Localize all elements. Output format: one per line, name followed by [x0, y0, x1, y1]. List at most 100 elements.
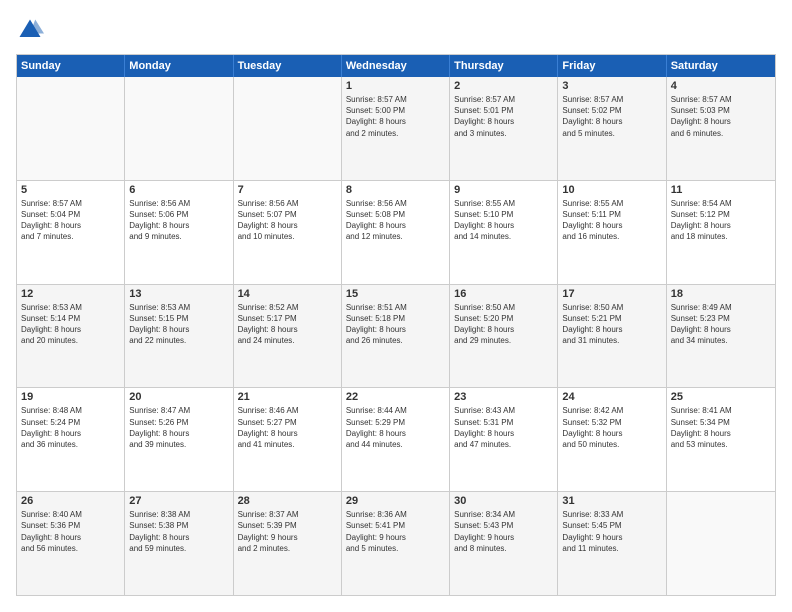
- day-cell-8: 8 Sunrise: 8:56 AM Sunset: 5:08 PM Daylig…: [342, 181, 450, 284]
- day-cell-26: 26Sunrise: 8:40 AM Sunset: 5:36 PM Dayli…: [17, 492, 125, 595]
- day-info: Sunrise: 8:41 AM Sunset: 5:34 PM Dayligh…: [671, 405, 771, 450]
- header-cell-thursday: Thursday: [450, 55, 558, 77]
- day-cell-3: 3 Sunrise: 8:57 AM Sunset: 5:02 PM Daylig…: [558, 77, 666, 180]
- day-number: 22: [346, 391, 445, 403]
- day-cell-29: 29Sunrise: 8:36 AM Sunset: 5:41 PM Dayli…: [342, 492, 450, 595]
- day-cell-17: 17Sunrise: 8:50 AM Sunset: 5:21 PM Dayli…: [558, 285, 666, 388]
- day-number: 18: [671, 288, 771, 300]
- day-number: 16: [454, 288, 553, 300]
- day-number: 28: [238, 495, 337, 507]
- empty-cell: [125, 77, 233, 180]
- day-number: 24: [562, 391, 661, 403]
- day-cell-21: 21 Sunrise: 8:46 AM Sunset: 5:27 PM Dayli…: [234, 388, 342, 491]
- header-cell-wednesday: Wednesday: [342, 55, 450, 77]
- day-cell-20: 20Sunrise: 8:47 AM Sunset: 5:26 PM Dayli…: [125, 388, 233, 491]
- day-info: Sunrise: 8:55 AM Sunset: 5:11 PM Dayligh…: [562, 198, 661, 243]
- page: SundayMondayTuesdayWednesdayThursdayFrid…: [0, 0, 792, 612]
- day-info: Sunrise: 8:56 AM Sunset: 5:08 PM Dayligh…: [346, 198, 445, 243]
- day-number: 31: [562, 495, 661, 507]
- empty-cell: [667, 492, 775, 595]
- calendar-row-0: 1Sunrise: 8:57 AM Sunset: 5:00 PM Daylig…: [17, 77, 775, 180]
- day-number: 19: [21, 391, 120, 403]
- logo-icon: [16, 16, 44, 44]
- header-cell-monday: Monday: [125, 55, 233, 77]
- day-number: 27: [129, 495, 228, 507]
- day-cell-6: 6Sunrise: 8:56 AM Sunset: 5:06 PM Daylig…: [125, 181, 233, 284]
- day-cell-23: 23 Sunrise: 8:43 AM Sunset: 5:31 PM Dayli…: [450, 388, 558, 491]
- day-cell-10: 10 Sunrise: 8:55 AM Sunset: 5:11 PM Dayli…: [558, 181, 666, 284]
- day-cell-18: 18Sunrise: 8:49 AM Sunset: 5:23 PM Dayli…: [667, 285, 775, 388]
- day-info: Sunrise: 8:46 AM Sunset: 5:27 PM Dayligh…: [238, 405, 337, 450]
- day-info: Sunrise: 8:53 AM Sunset: 5:15 PM Dayligh…: [129, 302, 228, 347]
- day-info: Sunrise: 8:53 AM Sunset: 5:14 PM Dayligh…: [21, 302, 120, 347]
- day-cell-15: 15Sunrise: 8:51 AM Sunset: 5:18 PM Dayli…: [342, 285, 450, 388]
- day-number: 10: [562, 184, 661, 196]
- day-cell-22: 22 Sunrise: 8:44 AM Sunset: 5:29 PM Dayli…: [342, 388, 450, 491]
- day-info: Sunrise: 8:55 AM Sunset: 5:10 PM Dayligh…: [454, 198, 553, 243]
- day-number: 30: [454, 495, 553, 507]
- empty-cell: [17, 77, 125, 180]
- day-cell-30: 30 Sunrise: 8:34 AM Sunset: 5:43 PM Dayli…: [450, 492, 558, 595]
- day-number: 23: [454, 391, 553, 403]
- day-cell-13: 13 Sunrise: 8:53 AM Sunset: 5:15 PM Dayli…: [125, 285, 233, 388]
- header-cell-tuesday: Tuesday: [234, 55, 342, 77]
- day-info: Sunrise: 8:42 AM Sunset: 5:32 PM Dayligh…: [562, 405, 661, 450]
- day-cell-4: 4 Sunrise: 8:57 AM Sunset: 5:03 PM Daylig…: [667, 77, 775, 180]
- day-info: Sunrise: 8:44 AM Sunset: 5:29 PM Dayligh…: [346, 405, 445, 450]
- header-cell-saturday: Saturday: [667, 55, 775, 77]
- day-number: 3: [562, 80, 661, 92]
- day-cell-19: 19Sunrise: 8:48 AM Sunset: 5:24 PM Dayli…: [17, 388, 125, 491]
- day-info: Sunrise: 8:54 AM Sunset: 5:12 PM Dayligh…: [671, 198, 771, 243]
- calendar-body: 1Sunrise: 8:57 AM Sunset: 5:00 PM Daylig…: [17, 77, 775, 595]
- day-info: Sunrise: 8:34 AM Sunset: 5:43 PM Dayligh…: [454, 509, 553, 554]
- day-cell-14: 14Sunrise: 8:52 AM Sunset: 5:17 PM Dayli…: [234, 285, 342, 388]
- day-cell-31: 31 Sunrise: 8:33 AM Sunset: 5:45 PM Dayli…: [558, 492, 666, 595]
- day-info: Sunrise: 8:33 AM Sunset: 5:45 PM Dayligh…: [562, 509, 661, 554]
- day-cell-1: 1Sunrise: 8:57 AM Sunset: 5:00 PM Daylig…: [342, 77, 450, 180]
- day-cell-27: 27 Sunrise: 8:38 AM Sunset: 5:38 PM Dayli…: [125, 492, 233, 595]
- day-cell-24: 24 Sunrise: 8:42 AM Sunset: 5:32 PM Dayli…: [558, 388, 666, 491]
- calendar: SundayMondayTuesdayWednesdayThursdayFrid…: [16, 54, 776, 596]
- header: [16, 16, 776, 44]
- day-info: Sunrise: 8:38 AM Sunset: 5:38 PM Dayligh…: [129, 509, 228, 554]
- day-number: 21: [238, 391, 337, 403]
- day-cell-28: 28 Sunrise: 8:37 AM Sunset: 5:39 PM Dayli…: [234, 492, 342, 595]
- day-number: 4: [671, 80, 771, 92]
- day-info: Sunrise: 8:52 AM Sunset: 5:17 PM Dayligh…: [238, 302, 337, 347]
- day-cell-5: 5Sunrise: 8:57 AM Sunset: 5:04 PM Daylig…: [17, 181, 125, 284]
- day-number: 26: [21, 495, 120, 507]
- calendar-row-4: 26Sunrise: 8:40 AM Sunset: 5:36 PM Dayli…: [17, 491, 775, 595]
- day-info: Sunrise: 8:47 AM Sunset: 5:26 PM Dayligh…: [129, 405, 228, 450]
- header-cell-friday: Friday: [558, 55, 666, 77]
- day-info: Sunrise: 8:37 AM Sunset: 5:39 PM Dayligh…: [238, 509, 337, 554]
- day-number: 17: [562, 288, 661, 300]
- day-number: 15: [346, 288, 445, 300]
- day-number: 12: [21, 288, 120, 300]
- day-number: 5: [21, 184, 120, 196]
- calendar-row-2: 12 Sunrise: 8:53 AM Sunset: 5:14 PM Dayli…: [17, 284, 775, 388]
- day-info: Sunrise: 8:50 AM Sunset: 5:20 PM Dayligh…: [454, 302, 553, 347]
- day-info: Sunrise: 8:57 AM Sunset: 5:03 PM Dayligh…: [671, 94, 771, 139]
- day-number: 29: [346, 495, 445, 507]
- day-info: Sunrise: 8:57 AM Sunset: 5:01 PM Dayligh…: [454, 94, 553, 139]
- day-info: Sunrise: 8:56 AM Sunset: 5:07 PM Dayligh…: [238, 198, 337, 243]
- empty-cell: [234, 77, 342, 180]
- day-cell-12: 12 Sunrise: 8:53 AM Sunset: 5:14 PM Dayli…: [17, 285, 125, 388]
- day-number: 2: [454, 80, 553, 92]
- day-cell-7: 7 Sunrise: 8:56 AM Sunset: 5:07 PM Daylig…: [234, 181, 342, 284]
- day-cell-9: 9Sunrise: 8:55 AM Sunset: 5:10 PM Daylig…: [450, 181, 558, 284]
- logo: [16, 16, 46, 44]
- day-number: 13: [129, 288, 228, 300]
- day-number: 25: [671, 391, 771, 403]
- day-number: 1: [346, 80, 445, 92]
- day-cell-25: 25 Sunrise: 8:41 AM Sunset: 5:34 PM Dayli…: [667, 388, 775, 491]
- day-info: Sunrise: 8:57 AM Sunset: 5:02 PM Dayligh…: [562, 94, 661, 139]
- calendar-row-1: 5Sunrise: 8:57 AM Sunset: 5:04 PM Daylig…: [17, 180, 775, 284]
- day-info: Sunrise: 8:56 AM Sunset: 5:06 PM Dayligh…: [129, 198, 228, 243]
- day-cell-16: 16 Sunrise: 8:50 AM Sunset: 5:20 PM Dayli…: [450, 285, 558, 388]
- day-number: 7: [238, 184, 337, 196]
- day-number: 8: [346, 184, 445, 196]
- day-cell-11: 11Sunrise: 8:54 AM Sunset: 5:12 PM Dayli…: [667, 181, 775, 284]
- calendar-header: SundayMondayTuesdayWednesdayThursdayFrid…: [17, 55, 775, 77]
- day-info: Sunrise: 8:43 AM Sunset: 5:31 PM Dayligh…: [454, 405, 553, 450]
